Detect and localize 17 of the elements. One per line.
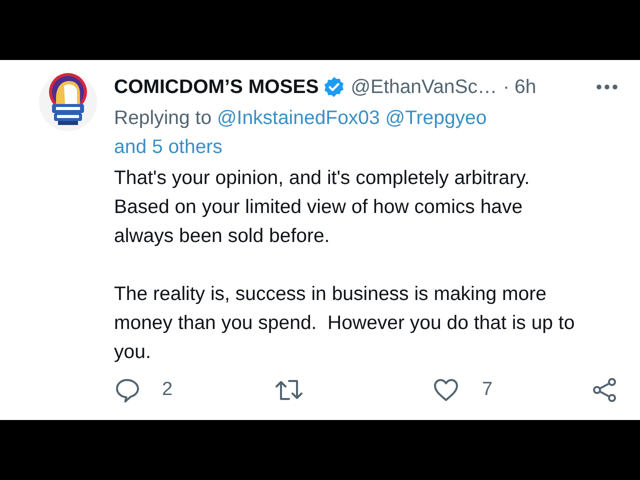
user-handle[interactable]: @EthanVanSc… (350, 76, 498, 98)
display-name[interactable]: COMICDOM’S MOSES (114, 76, 319, 98)
share-icon[interactable] (592, 377, 618, 403)
comment-icon[interactable] (114, 377, 140, 403)
timestamp[interactable]: 6h (514, 76, 536, 98)
mention-link[interactable]: @Trepgyeo (385, 107, 487, 129)
more-icon[interactable] (596, 84, 618, 90)
reply-context: Replying to @InkstainedFox03 @Trepgyeo and 5 others (114, 106, 488, 160)
tweet-paragraph: That's your opinion, and it's completely arbitrary. Based on your limited view of how comics have always been sold before. (114, 166, 531, 249)
mention-link[interactable]: @InkstainedFox03 (216, 107, 380, 129)
count-label: 2 (162, 379, 173, 401)
others-link[interactable]: and 5 others (114, 136, 222, 158)
retweet-icon[interactable] (274, 377, 304, 403)
tweet-paragraph: The reality is, success in business is making more money than you spend. However you do that is up to you. (114, 282, 576, 365)
separator-dot: · (503, 76, 510, 98)
heart-icon[interactable] (432, 377, 460, 403)
count-label: 7 (482, 379, 493, 401)
